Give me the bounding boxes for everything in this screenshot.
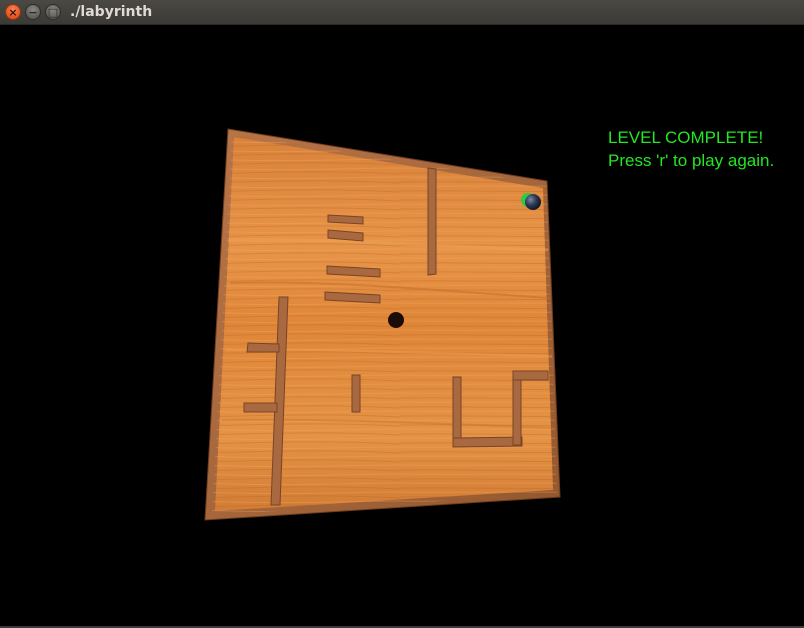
maximize-icon: □ [47, 5, 59, 19]
window-title: ./labyrinth [70, 4, 153, 20]
application-window: × − □ ./labyrinth LEVEL COMPLETE! Press … [0, 0, 804, 628]
maximize-button[interactable]: □ [45, 4, 61, 20]
play-again-hint: Press 'r' to play again. [608, 151, 775, 170]
title-bar[interactable]: × − □ ./labyrinth [0, 0, 804, 25]
wood-grain [212, 134, 557, 515]
maze-wall [246, 342, 280, 353]
game-viewport[interactable]: LEVEL COMPLETE! Press 'r' to play again. [0, 25, 804, 628]
maze-wall [452, 436, 523, 448]
maze-wall [512, 371, 522, 446]
labyrinth-scene [204, 128, 561, 521]
minimize-button[interactable]: − [25, 4, 41, 20]
maze-wall [512, 370, 549, 381]
hole [388, 312, 404, 328]
maze-wall [243, 402, 278, 413]
level-complete-text: LEVEL COMPLETE! [608, 128, 764, 147]
minimize-icon: − [28, 5, 38, 19]
maze-wall [327, 214, 364, 225]
close-icon: × [8, 5, 18, 19]
close-button[interactable]: × [5, 4, 21, 20]
ball[interactable] [525, 194, 541, 210]
status-message: LEVEL COMPLETE! Press 'r' to play again. [608, 126, 774, 172]
maze-wall [351, 374, 361, 413]
maze-wall [427, 167, 437, 276]
maze-wall [452, 376, 462, 446]
